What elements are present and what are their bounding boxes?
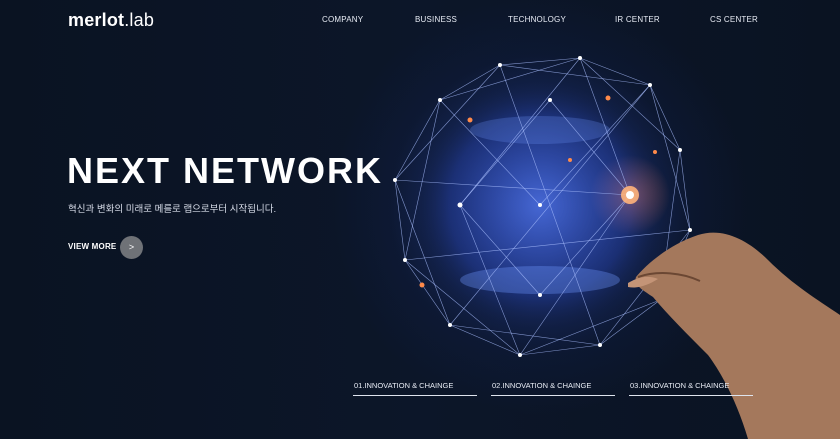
nav-item-business[interactable]: BUSINESS [415, 15, 457, 24]
hand-image [628, 232, 840, 439]
tab-label: 03.INNOVATION & CHAINGE [630, 381, 730, 390]
tab-innovation-01[interactable]: 01.INNOVATION & CHAINGE [353, 378, 477, 396]
view-more-label: VIEW MORE [68, 242, 117, 251]
tab-innovation-02[interactable]: 02.INNOVATION & CHAINGE [491, 378, 615, 396]
view-more-button[interactable]: VIEW MORE > [68, 236, 158, 259]
tab-label: 02.INNOVATION & CHAINGE [492, 381, 592, 390]
main-nav: COMPANY BUSINESS TECHNOLOGY IR CENTER CS… [0, 15, 840, 29]
innovation-tabs: 01.INNOVATION & CHAINGE 02.INNOVATION & … [0, 378, 840, 398]
tab-innovation-03[interactable]: 03.INNOVATION & CHAINGE [629, 378, 753, 396]
tab-label: 01.INNOVATION & CHAINGE [354, 381, 454, 390]
chevron-right-icon[interactable]: > [120, 236, 143, 259]
nav-item-ir-center[interactable]: IR CENTER [615, 15, 660, 24]
site-header: merlot.lab COMPANY BUSINESS TECHNOLOGY I… [0, 0, 840, 42]
nav-item-technology[interactable]: TECHNOLOGY [508, 15, 566, 24]
hero-headline: NEXT NETWORK [67, 150, 383, 191]
nav-item-cs-center[interactable]: CS CENTER [710, 15, 758, 24]
hero-subtitle: 혁신과 변화의 미래로 메를로 랩으로부터 시작됩니다. [68, 204, 277, 215]
nav-item-company[interactable]: COMPANY [322, 15, 363, 24]
